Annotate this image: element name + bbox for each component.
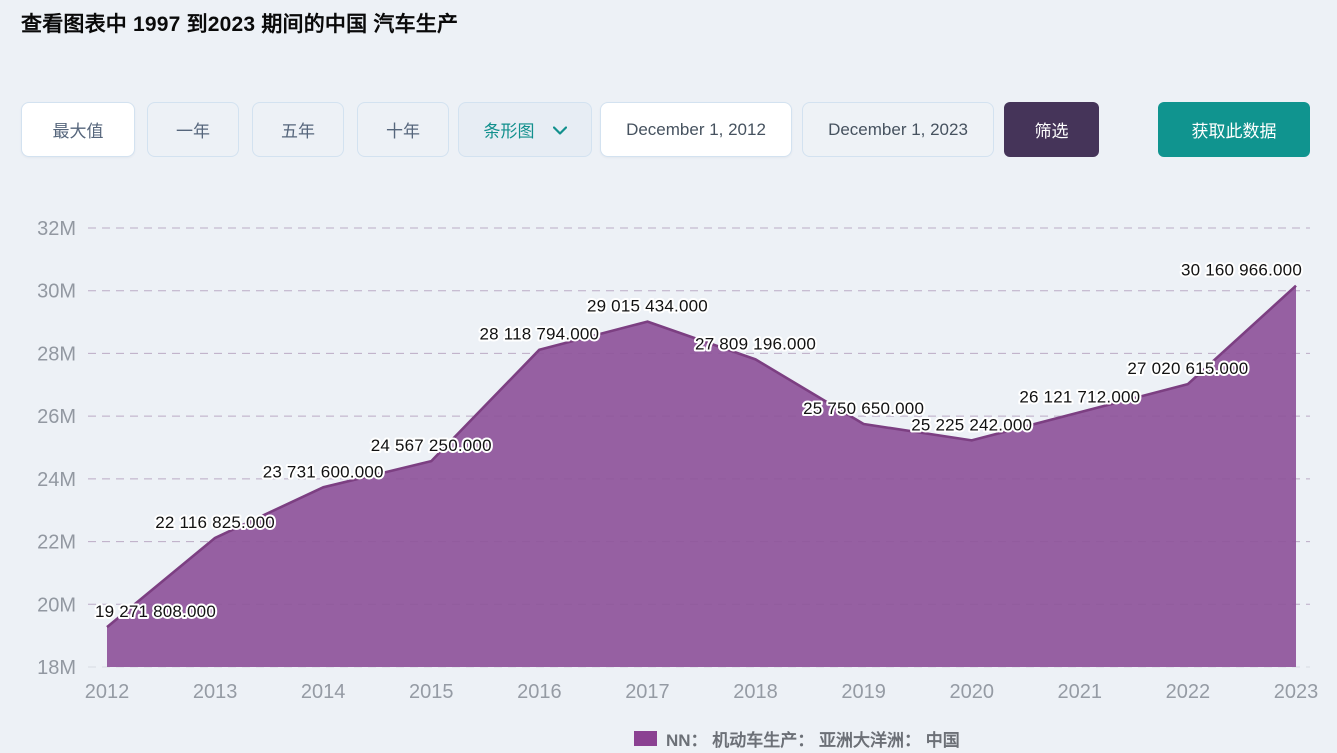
data-point-label: 25 750 650.000 (803, 399, 924, 418)
legend-label: NN： 机动车生产： 亚洲大洋洲： 中国 (666, 726, 960, 751)
x-axis-tick-label: 2012 (85, 681, 130, 703)
y-axis-tick-label: 28M (37, 343, 76, 365)
x-axis-tick-label: 2014 (301, 681, 346, 703)
screen: 查看图表中 1997 到2023 期间的中国 汽车生产 最大值 一年 五年 十年… (0, 0, 1337, 753)
legend-swatch (634, 731, 657, 746)
data-point-label: 29 015 434.000 (587, 297, 708, 316)
data-point-label: 28 118 794.000 (480, 325, 600, 344)
x-axis-tick-label: 2020 (949, 681, 994, 703)
x-axis-tick-label: 2018 (733, 681, 778, 703)
x-axis-tick-label: 2019 (841, 681, 886, 703)
y-axis-tick-label: 22M (37, 532, 76, 554)
data-point-label: 24 567 250.000 (371, 436, 492, 455)
y-axis-tick-label: 20M (37, 594, 76, 616)
x-axis-tick-label: 2023 (1274, 681, 1319, 703)
y-axis-tick-label: 24M (37, 469, 76, 491)
x-axis-tick-label: 2017 (625, 681, 670, 703)
y-axis-tick-label: 26M (37, 406, 76, 428)
y-axis-tick-label: 18M (37, 657, 76, 679)
area-chart: 18M 20M 22M 24M 26M 28M 30M 32M 2012 2013 2014 2015… (0, 0, 1337, 753)
data-point-label: 19 271 808.000 (95, 602, 216, 621)
x-axis-tick-label: 2015 (409, 681, 454, 703)
data-point-label: 26 121 712.000 (1019, 387, 1140, 406)
data-point-label: 22 116 825.000 (155, 513, 275, 532)
x-axis-tick-label: 2013 (193, 681, 238, 703)
data-point-label: 27 020 615.000 (1127, 359, 1248, 378)
x-axis-tick-label: 2016 (517, 681, 562, 703)
data-point-label: 27 809 196.000 (695, 334, 816, 353)
data-point-label: 25 225 242.000 (911, 415, 1032, 434)
x-axis-tick-label: 2022 (1166, 681, 1211, 703)
data-point-label: 23 731 600.000 (263, 462, 384, 481)
y-axis-tick-label: 32M (37, 218, 76, 240)
chart-legend: NN： 机动车生产： 亚洲大洋洲： 中国 (634, 726, 960, 751)
x-axis-tick-label: 2021 (1058, 681, 1103, 703)
data-point-label: 30 160 966.000 (1181, 261, 1302, 280)
y-axis-tick-label: 30M (37, 281, 76, 303)
